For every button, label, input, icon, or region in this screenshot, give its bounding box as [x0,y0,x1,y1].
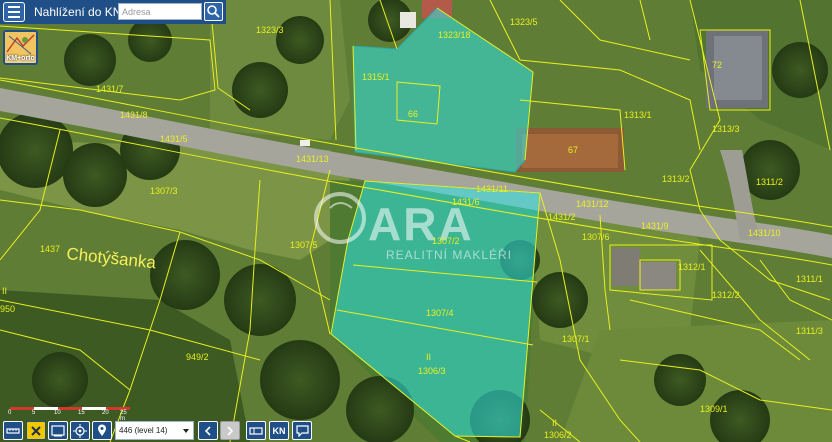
parcel-label: II [552,418,557,428]
parcel-label: 1307/1 [562,334,590,344]
parcel-label: 1309/1 [700,404,728,414]
parcel-label: 1311/2 [756,177,783,187]
parcel-label: II [426,352,431,362]
help-button[interactable] [292,421,312,440]
parcel-label: 1307/5 [290,240,318,250]
app-title: Nahlížení do KN [34,5,122,19]
crosshair-icon [73,423,87,438]
cadastral-map[interactable]: ARA REALITNÍ MAKLÉŘI Chotýšanka 1323/3 1… [0,0,832,442]
parcel-label: 1307/3 [150,186,178,196]
scale-tick-label: 15 [78,410,85,416]
parcel-label: 1431/13 [296,154,329,164]
search-button[interactable] [204,2,223,21]
layer-thumbnail-icon [5,32,36,56]
parcel-label: 1323/5 [510,17,538,27]
ruler-icon [6,427,20,434]
map-pin-icon [98,424,106,436]
back-button[interactable] [198,421,218,440]
menu-icon-line [8,6,20,8]
chevron-down-icon [183,429,189,433]
parcel-label: 1312/2 [712,290,740,300]
extent-icon [51,424,65,436]
parcel-label: 1431/8 [120,110,148,120]
menu-icon-line [8,16,20,18]
parcel-label: 1313/3 [712,124,740,134]
parcel-label: 1431/10 [748,228,781,238]
parcel-label: 67 [568,145,578,155]
search-icon [207,5,220,18]
bottom-toolbar: 446 (level 14) KN [0,420,320,442]
parcel-label: 950 [0,304,15,314]
parcel-label: 1431/9 [641,221,669,231]
clear-button[interactable] [26,421,46,440]
chevron-left-icon [204,425,211,436]
forward-button[interactable] [220,421,240,440]
zoom-level-value: 446 (level 14) [119,426,168,435]
address-search-input[interactable] [118,3,202,20]
parcel-label: 1431/12 [576,199,609,209]
scale-tick-label: 20 [102,410,109,416]
scale-labels: 0 5 10 15 20 25 m [8,405,133,422]
parcel-label: 1437 [40,244,60,254]
parcel-label: 949/2 [186,352,209,362]
speech-bubble-icon [295,424,309,437]
zoom-extent-button[interactable] [48,421,68,440]
layer-toggle-label: KM+orto [6,55,35,62]
parcel-label: 72 [712,60,722,70]
parcel-label: 1313/1 [624,110,652,120]
parcel-label: 1307/6 [582,232,610,242]
parcel-label: 1312/1 [678,262,706,272]
parcel-label: 1431/2 [548,212,576,222]
parcel-label: 1315/1 [362,72,390,82]
parcel-label: 1313/2 [662,174,690,184]
menu-icon-line [8,11,20,13]
close-icon [31,425,41,436]
parcel-info-button[interactable] [246,421,266,440]
zoom-level-select[interactable]: 446 (level 14) [115,421,194,440]
kn-button[interactable]: KN [269,421,289,440]
scale-tick-label: 10 [54,410,61,416]
parcel-label: 1323/3 [256,25,284,35]
parcel-label: 66 [408,109,418,119]
parcel-label: 1431/5 [160,134,188,144]
parcel-label: 1311/1 [796,274,823,284]
parcel-label: 1431/6 [452,197,480,207]
measure-button[interactable] [3,421,23,440]
parcel-icon [249,426,263,435]
chevron-right-icon [227,425,234,436]
parcel-label: 1323/18 [438,30,471,40]
parcel-label: 1431/11 [476,184,508,194]
layer-toggle-km-ortho[interactable]: KM+orto [3,30,38,65]
watermark-subtitle: REALITNÍ MAKLÉŘI [386,247,512,262]
scale-tick-label: 0 [8,410,12,416]
parcel-label: 1311/3 [796,326,823,336]
parcel-label: 1306/3 [418,366,446,376]
place-marker-button[interactable] [92,421,112,440]
locate-button[interactable] [70,421,90,440]
parcel-label: 1306/2 [544,430,572,440]
parcel-label: 1307/4 [426,308,454,318]
menu-button[interactable] [3,2,25,22]
parcel-label: 1431/7 [96,84,124,94]
scale-tick-label: 5 [32,410,36,416]
parcel-label: 1307/2 [432,236,460,246]
parcel-label: II [2,286,7,296]
